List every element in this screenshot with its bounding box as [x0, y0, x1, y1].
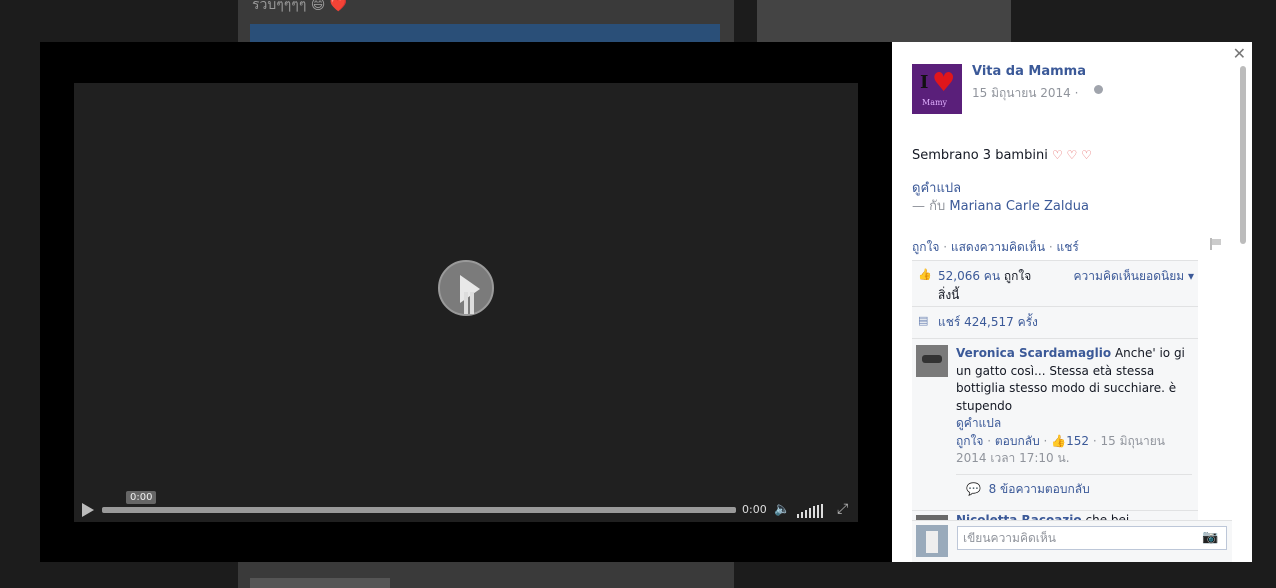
play-button[interactable] — [438, 260, 494, 316]
post-actions: ถูกใจ · แสดงความคิดเห็น · แชร์ — [912, 238, 1079, 257]
reply-icon: 💬 — [966, 481, 981, 496]
post-timestamp[interactable]: 15 มิถุนายน 2014 · — [972, 84, 1078, 103]
tagged-person-link[interactable]: Mariana Carle Zaldua — [949, 199, 1089, 214]
like-count-link[interactable]: 52,066 คน — [938, 269, 1000, 283]
heart-emoji-icons: ♡ ♡ ♡ — [1051, 148, 1092, 162]
share-count-link[interactable]: แชร์ 424,517 ครั้ง — [938, 315, 1038, 329]
comment-composer: 📷 — [912, 520, 1232, 562]
background-thumbnail — [250, 578, 390, 588]
avatar-text: Mamy — [922, 98, 948, 107]
shares-row: ▤ แชร์ 424,517 ครั้ง — [912, 307, 1198, 339]
panel-scrollbar[interactable] — [1240, 66, 1246, 244]
video-duration: 0:00 — [742, 503, 767, 516]
play-icon — [460, 275, 480, 303]
comment-like-link[interactable]: ถูกใจ — [956, 434, 983, 448]
background-snippet: รวบๆๆๆๆ 😄 ❤️ — [252, 0, 348, 13]
video-stage: 0:00 0:00 🔈 ⤢ — [40, 42, 892, 562]
action-separator: · — [939, 240, 951, 254]
post-message: Sembrano 3 bambini ♡ ♡ ♡ — [912, 148, 1092, 163]
video-controls: 0:00 0:00 🔈 ⤢ — [74, 491, 858, 522]
write-comment-input[interactable] — [957, 526, 1227, 550]
comment-item: Veronica Scardamaglio Anche' io gi un ga… — [912, 339, 1198, 511]
comment-translate-link[interactable]: ดูคำแปล — [956, 416, 1001, 430]
control-play-icon[interactable] — [82, 503, 94, 517]
page-name-link[interactable]: Vita da Mamma — [972, 64, 1086, 79]
camera-icon[interactable]: 📷 — [1202, 530, 1218, 545]
loading-icon — [464, 292, 468, 314]
replies-count: 8 ข้อความตอบกลับ — [988, 481, 1090, 496]
fullscreen-icon[interactable]: ⤢ — [837, 501, 848, 517]
thumbs-up-icon: 👍 — [918, 268, 932, 281]
share-link[interactable]: แชร์ — [1057, 240, 1079, 254]
likes-suffix-2: สิ่งนี้ — [938, 288, 960, 302]
feedback-box: 👍 52,066 คน ถูกใจ สิ่งนี้ ความคิดเห็นยอด… — [912, 260, 1198, 529]
volume-icon[interactable]: 🔈 — [774, 502, 792, 518]
background-side-image — [757, 0, 1011, 44]
view-replies-link[interactable]: 💬 8 ข้อความตอบกลับ — [956, 473, 1192, 505]
volume-slider[interactable] — [797, 503, 831, 518]
heart-icon: ♥ — [932, 68, 956, 98]
close-icon[interactable]: ✕ — [1233, 44, 1246, 63]
comment-like-count[interactable]: 👍152 — [1051, 434, 1089, 448]
avatar-letter: I — [920, 72, 929, 93]
background-image — [250, 24, 720, 44]
comment-link[interactable]: แสดงความคิดเห็น — [951, 240, 1045, 254]
post-message-text: Sembrano 3 bambini — [912, 148, 1048, 163]
like-link[interactable]: ถูกใจ — [912, 240, 939, 254]
top-comments-dropdown[interactable]: ความคิดเห็นยอดนิยม ▾ — [1074, 267, 1194, 286]
post-side-panel: ✕ I ♥ Mamy Vita da Mamma 15 มิถุนายน 201… — [892, 42, 1252, 562]
commenter-avatar[interactable] — [916, 345, 948, 377]
comment-reply-link[interactable]: ตอบกลับ — [995, 434, 1040, 448]
likes-suffix: ถูกใจ — [1000, 269, 1032, 283]
small-thumbs-up-icon: 👍 — [1051, 433, 1067, 448]
tagged-with: — กับ Mariana Carle Zaldua — [912, 195, 1089, 216]
commenter-name-link[interactable]: Veronica Scardamaglio — [956, 346, 1111, 360]
comment-like-count-value: 152 — [1066, 433, 1090, 448]
page-avatar[interactable]: I ♥ Mamy — [912, 64, 962, 114]
video-player[interactable] — [74, 83, 858, 522]
seek-bar[interactable] — [102, 507, 736, 513]
globe-icon — [1094, 85, 1103, 94]
flag-icon[interactable] — [1210, 238, 1222, 250]
scrub-time-tooltip: 0:00 — [126, 491, 157, 504]
comment-meta: ถูกใจ · ตอบกลับ · 👍152 · 15 มิถุนายน 201… — [956, 433, 1165, 466]
tagged-with-prefix: — กับ — [912, 199, 950, 214]
current-user-avatar — [916, 525, 948, 557]
photo-video-lightbox: 0:00 0:00 🔈 ⤢ ✕ I ♥ Mamy Vita da Mamma 1… — [40, 42, 1252, 562]
share-icon: ▤ — [918, 314, 929, 327]
action-separator: · — [1045, 240, 1057, 254]
likes-row: 👍 52,066 คน ถูกใจ สิ่งนี้ ความคิดเห็นยอด… — [912, 261, 1198, 307]
